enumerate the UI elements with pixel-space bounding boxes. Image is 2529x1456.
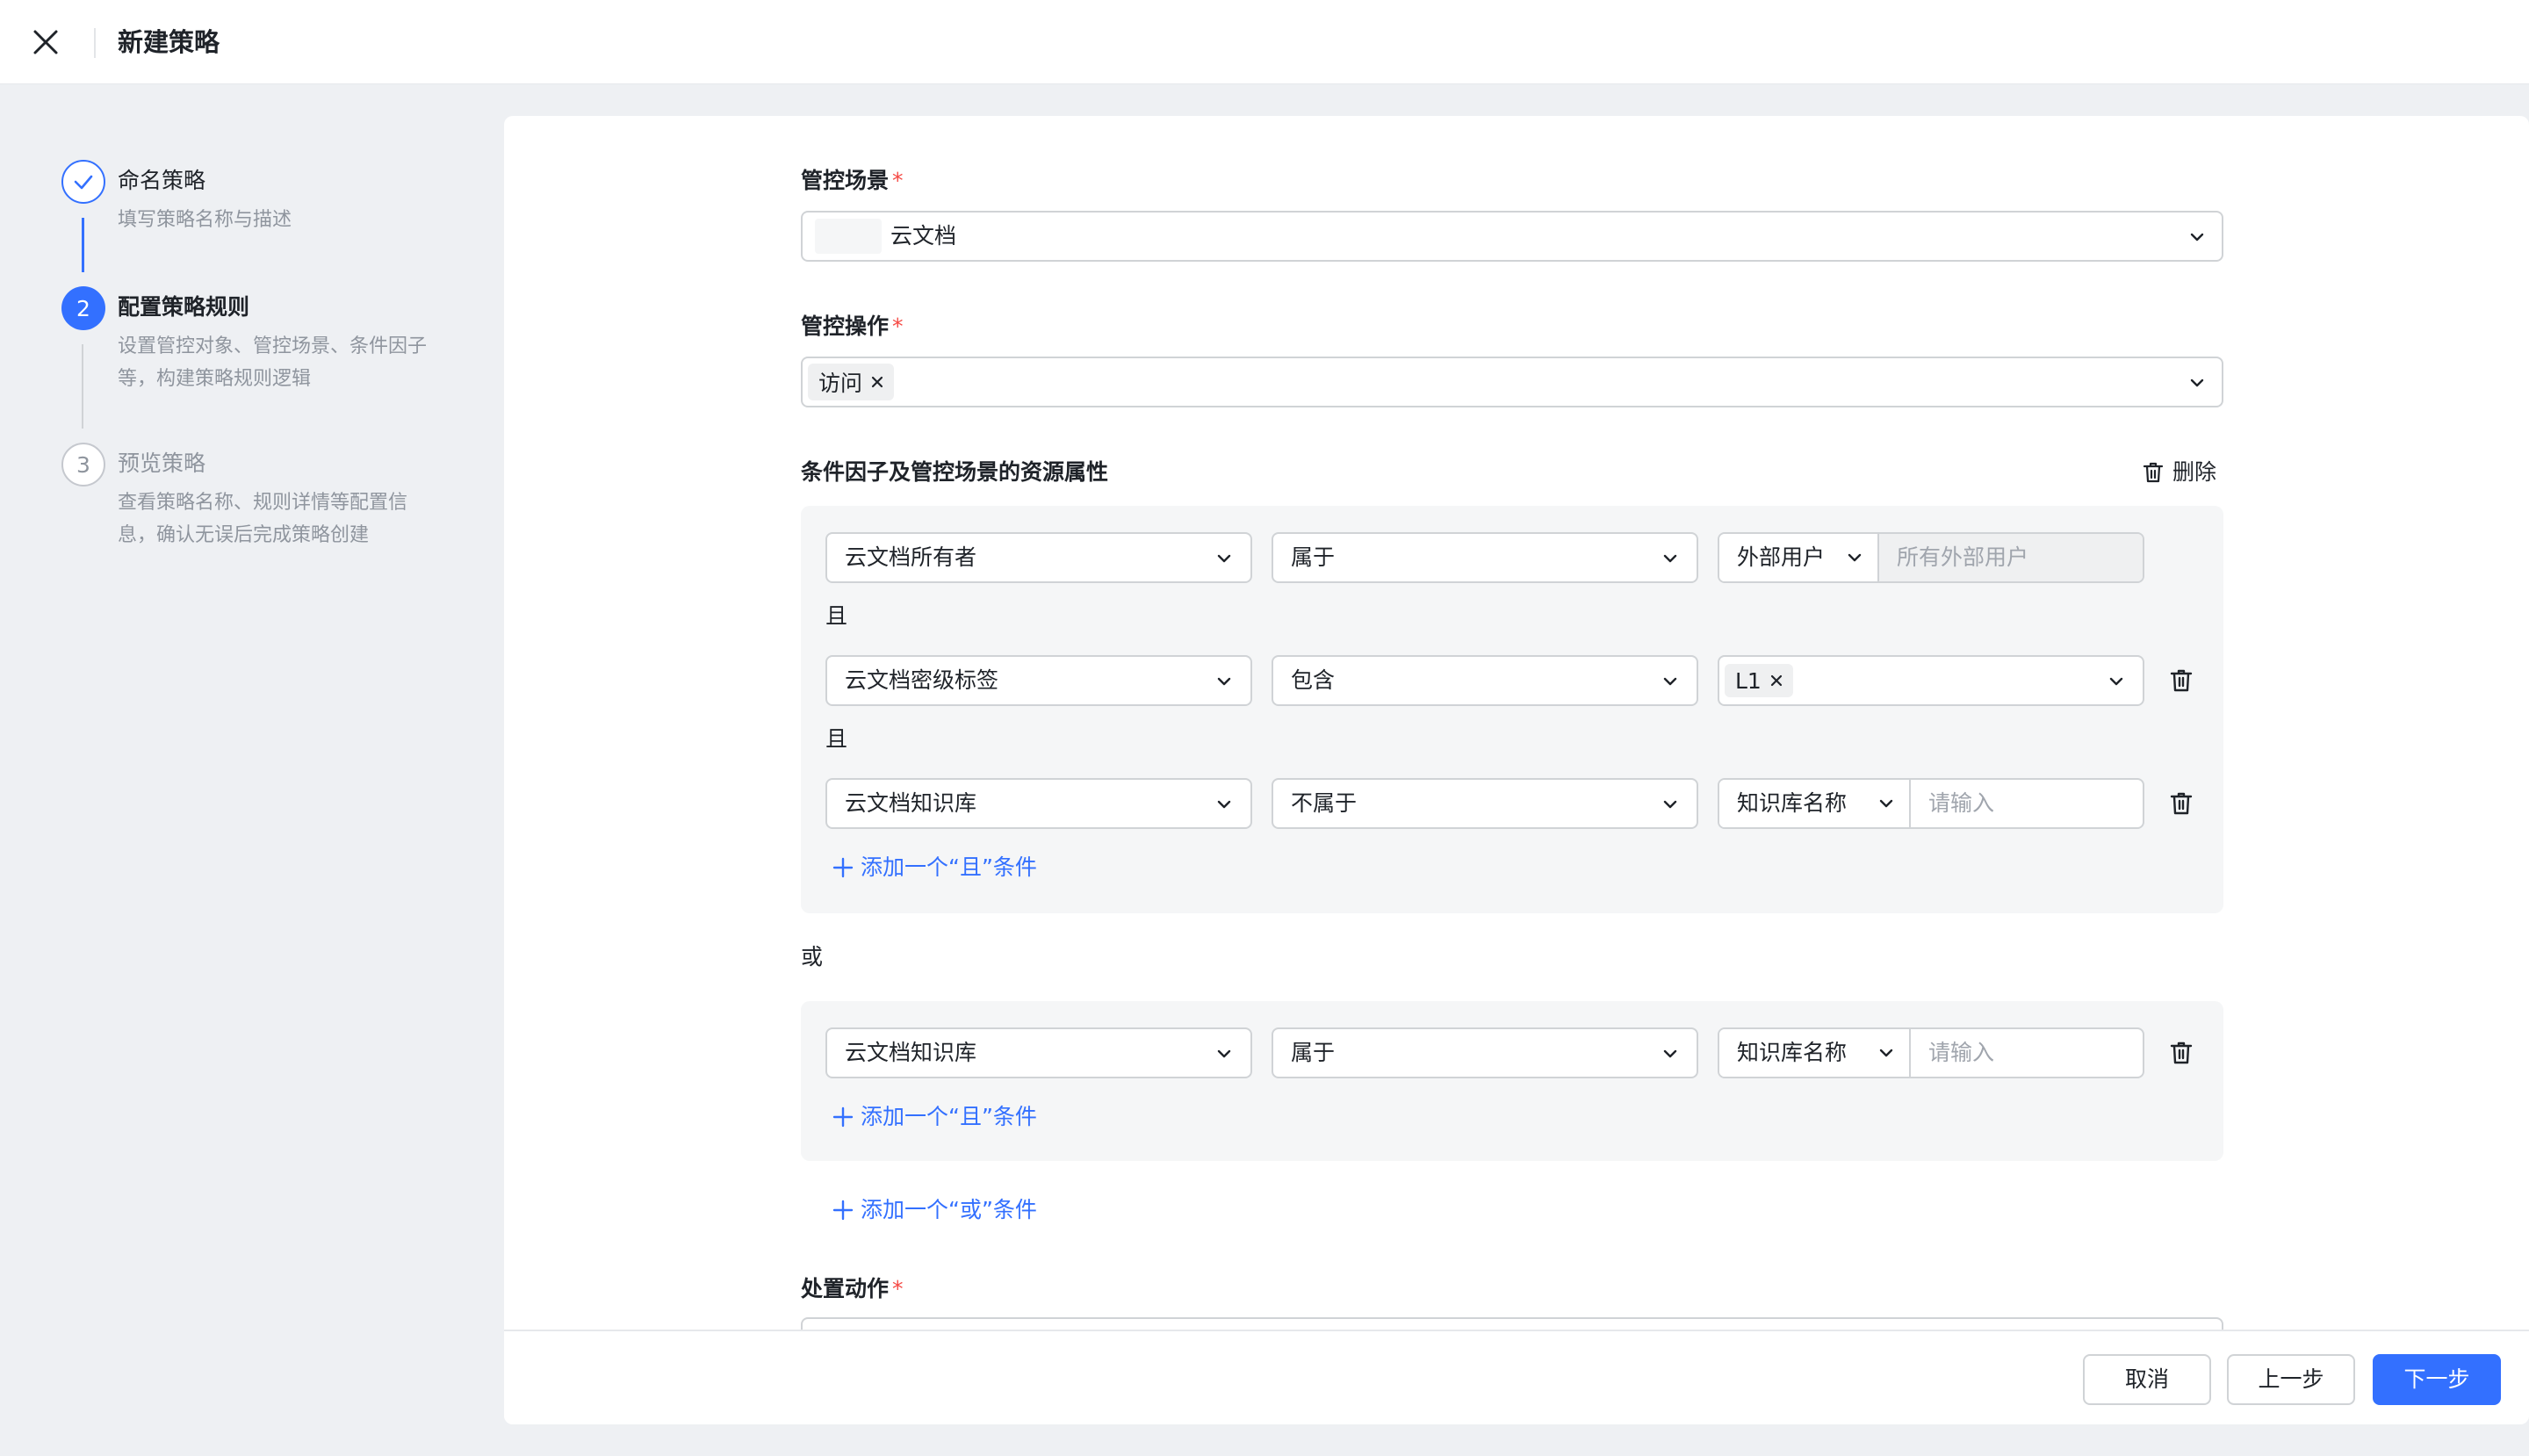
value-placeholder: 请输入 — [1928, 1040, 1995, 1065]
condition-value-combo: 外部用户 所有外部用户 — [1718, 532, 2144, 583]
or-label: 或 — [801, 944, 824, 969]
value-type-select[interactable]: 外部用户 — [1719, 534, 1879, 581]
scene-label: 管控场景 * — [801, 168, 904, 193]
chevron-down-icon — [2109, 677, 2123, 686]
check-icon — [61, 160, 105, 204]
condition-operator-value: 包含 — [1291, 667, 1336, 693]
tag-close-icon[interactable] — [1769, 673, 1784, 688]
chevron-down-icon — [1217, 1049, 1231, 1058]
and-label: 且 — [825, 603, 848, 629]
chevron-down-icon — [1848, 553, 1862, 562]
chevron-down-icon — [2190, 233, 2204, 241]
value-input-disabled: 所有外部用户 — [1879, 534, 2143, 581]
form-card: 管控场景 * 云文档 管控操作 * 访问 条件因子及管控场景的资源属性 删除 云文档… — [504, 116, 2529, 1424]
scene-select[interactable]: 云文档 — [801, 211, 2223, 262]
condition-operator-select[interactable]: 包含 — [1272, 655, 1698, 706]
trash-icon[interactable] — [2167, 1039, 2195, 1067]
and-label: 且 — [825, 726, 848, 752]
chevron-down-icon — [1663, 1049, 1677, 1058]
close-icon[interactable] — [25, 21, 67, 63]
add-or-label: 添加一个“或”条件 — [861, 1197, 1037, 1222]
trash-icon[interactable] — [2167, 667, 2195, 695]
condition-value-combo: 知识库名称 请输入 — [1718, 1027, 2144, 1078]
condition-operator-select[interactable]: 不属于 — [1272, 778, 1698, 829]
condition-operator-value: 属于 — [1291, 544, 1336, 570]
step-1-desc: 填写策略名称与描述 — [118, 209, 292, 231]
chevron-down-icon — [1663, 554, 1677, 563]
operation-label: 管控操作 * — [801, 314, 904, 339]
chevron-down-icon — [2190, 378, 2204, 387]
cancel-button[interactable]: 取消 — [2083, 1354, 2211, 1405]
trash-icon — [2143, 462, 2164, 483]
value-placeholder: 所有外部用户 — [1897, 544, 2029, 570]
step-2-title: 配置策略规则 — [118, 294, 250, 320]
condition-group-1: 云文档所有者 属于 外部用户 所有外部用户 且 云文档密级标签 包含 L1 且 … — [801, 506, 2223, 913]
condition-operator-value: 不属于 — [1291, 790, 1358, 816]
value-placeholder: 请输入 — [1928, 790, 1995, 816]
delete-label: 删除 — [2172, 459, 2217, 485]
chevron-down-icon — [1879, 799, 1893, 808]
plus-icon — [832, 1106, 854, 1128]
add-or-condition-link[interactable]: 添加一个“或”条件 — [832, 1193, 1037, 1228]
step-connector-1 — [82, 218, 84, 272]
tag-close-icon[interactable] — [869, 374, 885, 390]
next-button[interactable]: 下一步 — [2373, 1354, 2501, 1405]
chevron-down-icon — [1879, 1049, 1893, 1057]
step-1-title: 命名策略 — [118, 168, 206, 193]
page-title: 新建策略 — [118, 27, 220, 57]
delete-group-button[interactable]: 删除 — [2141, 457, 2216, 488]
value-input[interactable]: 请输入 — [1911, 1029, 2143, 1077]
scene-icon — [815, 219, 882, 254]
operation-tag: 访问 — [808, 364, 895, 400]
scene-value: 云文档 — [890, 223, 957, 249]
conditions-label: 条件因子及管控场景的资源属性 — [801, 459, 1109, 485]
step-navigator: 命名策略 填写策略名称与描述 2 配置策略规则 设置管控对象、管控场景、条件因子… — [0, 84, 502, 1456]
top-bar: 新建策略 — [0, 0, 2529, 84]
condition-attribute-select[interactable]: 云文档知识库 — [825, 778, 1252, 829]
plus-icon — [832, 1200, 854, 1221]
step-2-desc: 设置管控对象、管控场景、条件因子等，构建策略规则逻辑 — [118, 335, 428, 390]
label-tag: L1 — [1725, 664, 1793, 697]
value-type-value: 知识库名称 — [1737, 790, 1848, 816]
condition-value-multiselect[interactable]: L1 — [1718, 655, 2144, 706]
condition-attribute-value: 云文档知识库 — [845, 1040, 977, 1065]
prev-button[interactable]: 上一步 — [2227, 1354, 2355, 1405]
add-and-label: 添加一个“且”条件 — [861, 854, 1037, 880]
condition-group-2: 云文档知识库 属于 知识库名称 请输入 添加一个“且”条件 — [801, 1001, 2223, 1161]
chevron-down-icon — [1663, 800, 1677, 809]
condition-attribute-value: 云文档知识库 — [845, 790, 977, 816]
header-divider — [94, 28, 96, 58]
step-3-desc: 查看策略名称、规则详情等配置信息，确认无误后完成策略创建 — [118, 492, 408, 546]
trash-icon[interactable] — [2167, 789, 2195, 818]
step-2-number: 2 — [61, 286, 105, 330]
value-type-value: 知识库名称 — [1737, 1040, 1848, 1065]
step-connector-2 — [82, 344, 83, 429]
value-type-select[interactable]: 知识库名称 — [1719, 780, 1911, 827]
condition-operator-select[interactable]: 属于 — [1272, 1027, 1698, 1078]
condition-value-combo: 知识库名称 请输入 — [1718, 778, 2144, 829]
condition-operator-value: 属于 — [1291, 1040, 1336, 1065]
operation-select[interactable]: 访问 — [801, 357, 2223, 407]
chevron-down-icon — [1217, 677, 1231, 686]
step-3-number: 3 — [61, 443, 105, 487]
condition-attribute-select[interactable]: 云文档密级标签 — [825, 655, 1252, 706]
step-3-title: 预览策略 — [118, 450, 206, 476]
plus-icon — [832, 857, 854, 878]
value-type-select[interactable]: 知识库名称 — [1719, 1029, 1911, 1077]
action-label: 处置动作 * — [801, 1276, 904, 1301]
value-input[interactable]: 请输入 — [1911, 780, 2143, 827]
chevron-down-icon — [1217, 800, 1231, 809]
value-type-value: 外部用户 — [1737, 544, 1826, 570]
condition-attribute-select[interactable]: 云文档所有者 — [825, 532, 1252, 583]
condition-attribute-value: 云文档密级标签 — [845, 667, 999, 693]
condition-attribute-select[interactable]: 云文档知识库 — [825, 1027, 1252, 1078]
add-and-condition-link[interactable]: 添加一个“且”条件 — [832, 1099, 1037, 1135]
add-and-condition-link[interactable]: 添加一个“且”条件 — [832, 850, 1037, 885]
chevron-down-icon — [1663, 677, 1677, 686]
footer-bar: 取消 上一步 下一步 — [504, 1330, 2529, 1424]
condition-attribute-value: 云文档所有者 — [845, 544, 977, 570]
chevron-down-icon — [1217, 554, 1231, 563]
condition-operator-select[interactable]: 属于 — [1272, 532, 1698, 583]
add-and-label: 添加一个“且”条件 — [861, 1104, 1037, 1129]
